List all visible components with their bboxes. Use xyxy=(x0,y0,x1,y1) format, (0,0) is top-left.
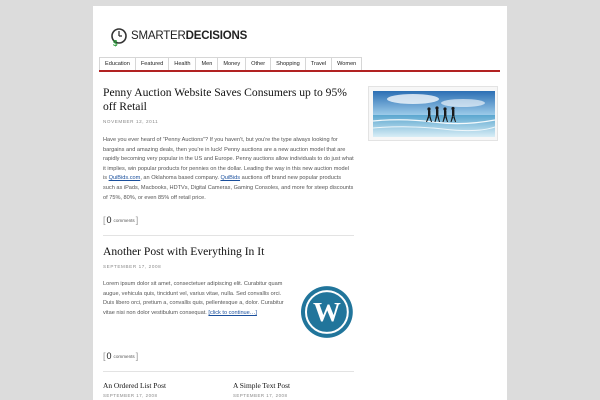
post-title[interactable]: Another Post with Everything In It xyxy=(103,245,354,259)
mini-post-date: SEPTEMBER 17, 2008 xyxy=(233,393,288,398)
beach-runners-photo[interactable] xyxy=(373,91,495,137)
nav-item-other[interactable]: Other xyxy=(246,57,272,70)
nav-item-travel[interactable]: Travel xyxy=(305,57,333,70)
mini-post-ordered-list: An Ordered List Post SEPTEMBER 17, 2008 xyxy=(103,381,223,398)
category-nav: Education Featured Health Men Money Othe… xyxy=(99,57,500,72)
comments-label: comments xyxy=(113,353,135,359)
comments-count: 0 xyxy=(106,351,112,362)
post-divider xyxy=(103,235,354,237)
mini-post-title[interactable]: An Ordered List Post xyxy=(103,381,223,390)
sidebar-feature xyxy=(368,86,498,141)
clock-dollar-icon: $ xyxy=(111,28,127,47)
mini-post-date: SEPTEMBER 17, 2008 xyxy=(103,393,158,398)
comments-label: comments xyxy=(113,217,135,223)
wordpress-logo-icon[interactable]: W xyxy=(300,285,354,339)
comments-link[interactable]: [0 comments] xyxy=(103,349,354,363)
mini-post-simple-text: A Simple Text Post SEPTEMBER 17, 2008 xyxy=(233,381,353,398)
nav-item-women[interactable]: Women xyxy=(332,57,363,70)
post-penny-auction: Penny Auction Website Saves Consumers up… xyxy=(103,86,354,227)
post-body: Lorem ipsum dolor sit amet, consectetuer… xyxy=(103,280,290,339)
nav-item-shopping[interactable]: Shopping xyxy=(271,57,306,70)
bracket-left: [ xyxy=(103,351,106,362)
logo-text-bold: DECISIONS xyxy=(185,30,248,42)
nav-item-money[interactable]: Money xyxy=(218,57,247,70)
post-everything: Another Post with Everything In It SEPTE… xyxy=(103,245,354,363)
site-logo[interactable]: $ SMARTERDECISIONS xyxy=(111,25,247,47)
site-header: $ SMARTERDECISIONS xyxy=(93,6,507,56)
svg-text:$: $ xyxy=(113,39,118,47)
read-more-link[interactable]: [click to continue…] xyxy=(208,310,257,316)
comments-count: 0 xyxy=(106,215,112,226)
main-content: Penny Auction Website Saves Consumers up… xyxy=(103,86,354,373)
logo-wordmark: SMARTERDECISIONS xyxy=(131,30,247,42)
post-date: SEPTEMBER 17, 2008 xyxy=(103,264,162,270)
svg-text:W: W xyxy=(313,297,341,328)
nav-item-men[interactable]: Men xyxy=(196,57,219,70)
post-divider xyxy=(103,371,354,373)
nav-item-education[interactable]: Education xyxy=(99,57,136,70)
quibids-com-link[interactable]: QuiBids.com xyxy=(109,175,141,181)
bracket-right: ] xyxy=(135,351,139,362)
nav-item-health[interactable]: Health xyxy=(169,57,197,70)
comments-link[interactable]: [0 comments] xyxy=(103,213,354,227)
post-title[interactable]: Penny Auction Website Saves Consumers up… xyxy=(103,86,354,114)
bracket-right: ] xyxy=(135,215,139,226)
page-container: $ SMARTERDECISIONS Education Featured He… xyxy=(93,6,507,400)
post-body-wrap: Lorem ipsum dolor sit amet, consectetuer… xyxy=(103,280,354,339)
bracket-left: [ xyxy=(103,215,106,226)
mini-post-title[interactable]: A Simple Text Post xyxy=(233,381,353,390)
logo-text-light: SMARTER xyxy=(131,30,186,42)
quibids-link[interactable]: QuiBids xyxy=(220,175,240,181)
convallis-quis-link[interactable]: convallis quis xyxy=(170,300,203,306)
nav-item-featured[interactable]: Featured xyxy=(135,57,170,70)
post-body: Have you ever heard of “Penny Auctions”?… xyxy=(103,136,354,203)
post-date: NOVEMBER 12, 2011 xyxy=(103,119,159,124)
post-text: , an Oklahoma based company. xyxy=(140,175,221,182)
